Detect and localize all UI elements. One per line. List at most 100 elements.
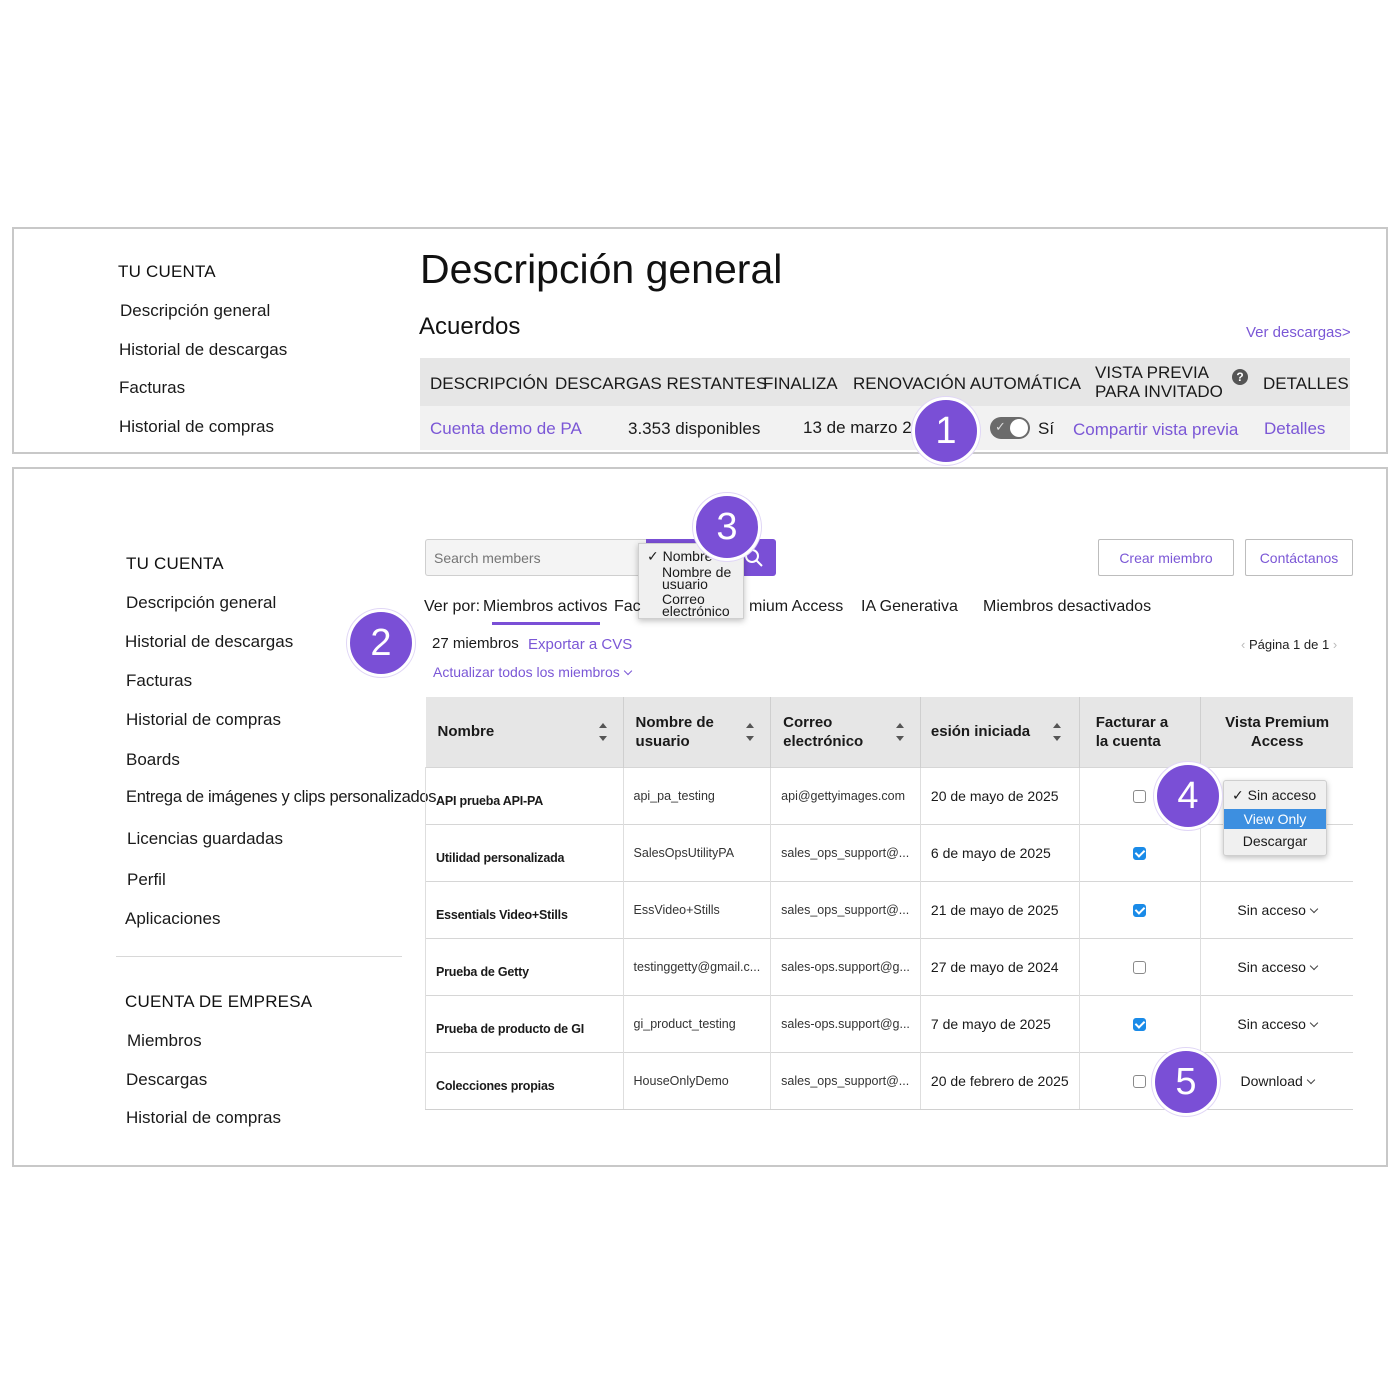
bill-to-account-checkbox[interactable] xyxy=(1133,1075,1147,1089)
contact-us-button[interactable]: Contáctanos xyxy=(1245,539,1353,576)
remaining-value: 3.353 disponibles xyxy=(628,419,761,438)
cell-email: sales-ops.support@g... xyxy=(770,937,921,995)
cell-session: 6 de mayo de 2025 xyxy=(920,823,1080,881)
tab-deactivated-members[interactable]: Miembros desactivados xyxy=(983,598,1151,616)
sidebar-item-company-purchase-history[interactable]: Historial de compras xyxy=(126,1108,281,1128)
cell-username: api_pa_testing xyxy=(623,766,772,824)
col-details: DETALLES xyxy=(1263,374,1349,393)
export-csv-link[interactable]: Exportar a CVS xyxy=(528,636,632,653)
access-option-view-only[interactable]: View Only xyxy=(1224,809,1326,829)
table-row[interactable]: Prueba de producto de GI gi_product_testi… xyxy=(425,994,1353,1052)
col-session[interactable]: esión iniciada xyxy=(920,697,1080,767)
col-email[interactable]: Correo electrónico xyxy=(770,697,921,767)
access-dropdown[interactable]: Sin acceso xyxy=(1237,1016,1319,1032)
callout-badge-3: 3 xyxy=(693,493,761,561)
col-bill-to-account: Facturar a la cuenta xyxy=(1079,697,1202,767)
cell-session: 20 de febrero de 2025 xyxy=(920,1051,1080,1110)
sidebar-item-saved-licenses[interactable]: Licencias guardadas xyxy=(127,829,283,849)
cell-username: SalesOpsUtilityPA xyxy=(623,823,772,881)
col-remaining: DESCARGAS RESTANTES xyxy=(555,374,768,393)
search-input[interactable] xyxy=(425,539,647,576)
sidebar-item-purchase-history[interactable]: Historial de compras xyxy=(119,417,274,437)
col-guest-preview: VISTA PREVIA PARA INVITADO xyxy=(1095,363,1223,401)
cell-session: 21 de mayo de 2025 xyxy=(920,880,1080,938)
sidebar-item-apps[interactable]: Aplicaciones xyxy=(125,909,220,929)
tab-premium-access[interactable]: mium Access xyxy=(749,598,843,616)
sidebar-item-overview[interactable]: Descripción general xyxy=(126,593,276,613)
pagination: ‹ Página 1 de 1 › xyxy=(1241,637,1338,652)
sidebar-item-invoices[interactable]: Facturas xyxy=(119,378,185,398)
col-premium-access: Vista Premium Access xyxy=(1200,697,1353,767)
details-link[interactable]: Detalles xyxy=(1264,419,1325,439)
tab-billing[interactable]: Fac xyxy=(614,598,641,616)
update-all-dropdown[interactable]: Actualizar todos los miembros xyxy=(433,664,632,680)
cell-session: 7 de mayo de 2025 xyxy=(920,994,1080,1052)
members-table: Nombre Nombre de usuario Correo electrónic… xyxy=(425,697,1353,1110)
chevron-left-icon[interactable]: ‹ xyxy=(1241,637,1245,652)
callout-badge-4: 4 xyxy=(1154,762,1222,830)
sidebar-divider xyxy=(116,956,402,957)
sort-icon[interactable] xyxy=(746,723,755,741)
cell-session: 27 de mayo de 2024 xyxy=(920,937,1080,995)
cell-bill-to-account xyxy=(1079,937,1202,995)
cell-name: Prueba de producto de GI xyxy=(425,994,624,1052)
sidebar-item-download-history[interactable]: Historial de descargas xyxy=(119,340,287,360)
col-name[interactable]: Nombre xyxy=(425,697,624,767)
bill-to-account-checkbox[interactable] xyxy=(1133,847,1147,861)
cell-email: api@gettyimages.com xyxy=(770,766,921,824)
filter-option-email[interactable]: Correo electrónico xyxy=(647,592,743,618)
access-dropdown[interactable]: Sin acceso xyxy=(1237,902,1319,918)
filter-option-username[interactable]: Nombre de usuario xyxy=(647,565,743,591)
access-menu[interactable]: ✓ Sin acceso View Only Descargar xyxy=(1223,780,1327,856)
table-header-row: Nombre Nombre de usuario Correo electrónic… xyxy=(425,697,1353,767)
cell-username: gi_product_testing xyxy=(623,994,772,1052)
page-title: Descripción general xyxy=(420,246,783,292)
bill-to-account-checkbox[interactable] xyxy=(1133,904,1147,918)
tab-active-members[interactable]: Miembros activos xyxy=(483,598,607,616)
table-row[interactable]: Utilidad personalizada SalesOpsUtilityPA s… xyxy=(425,823,1353,881)
check-icon: ✓ xyxy=(995,419,1006,434)
share-preview-link[interactable]: Compartir vista previa xyxy=(1073,420,1238,440)
access-dropdown[interactable]: Download xyxy=(1241,1073,1316,1089)
cell-email: sales_ops_support@... xyxy=(770,1051,921,1110)
sidebar-heading: TU CUENTA xyxy=(118,262,216,281)
account-link[interactable]: Cuenta demo de PA xyxy=(430,419,582,439)
cell-bill-to-account xyxy=(1079,823,1202,881)
access-dropdown[interactable]: Sin acceso xyxy=(1237,959,1319,975)
cell-email: sales-ops.support@g... xyxy=(770,994,921,1052)
col-auto-renew: RENOVACIÓN AUTOMÁTICA xyxy=(853,374,1081,393)
sidebar-item-invoices[interactable]: Facturas xyxy=(126,671,192,691)
sidebar-item-members[interactable]: Miembros xyxy=(127,1031,202,1051)
sort-icon[interactable] xyxy=(895,723,904,741)
table-row[interactable]: Essentials Video+Stills EssVideo+Stills sa… xyxy=(425,880,1353,938)
sidebar-item-purchase-history[interactable]: Historial de compras xyxy=(126,710,281,730)
cell-username: testinggetty@gmail.c... xyxy=(623,937,772,995)
cell-premium-access: Download xyxy=(1200,1051,1353,1110)
chevron-right-icon[interactable]: › xyxy=(1333,637,1337,652)
bill-to-account-checkbox[interactable] xyxy=(1133,790,1147,804)
view-downloads-link[interactable]: Ver descargas> xyxy=(1246,324,1351,341)
bill-to-account-checkbox[interactable] xyxy=(1133,1018,1147,1032)
col-description: DESCRIPCIÓN xyxy=(430,374,549,393)
help-icon[interactable]: ? xyxy=(1232,369,1248,385)
sidebar-item-boards[interactable]: Boards xyxy=(126,750,180,770)
col-username[interactable]: Nombre de usuario xyxy=(623,697,772,767)
access-option-download[interactable]: Descargar xyxy=(1224,829,1326,851)
create-member-button[interactable]: Crear miembro xyxy=(1098,539,1234,576)
sidebar-item-download-history[interactable]: Historial de descargas xyxy=(125,632,293,652)
callout-badge-1: 1 xyxy=(912,397,980,465)
sort-icon[interactable] xyxy=(1052,723,1061,741)
member-count: 27 miembros xyxy=(432,635,519,652)
bill-to-account-checkbox[interactable] xyxy=(1133,961,1147,975)
tab-generative-ai[interactable]: IA Generativa xyxy=(861,598,958,616)
sidebar-item-custom-delivery[interactable]: Entrega de imágenes y clips personalizad… xyxy=(126,788,437,807)
cell-name: Prueba de Getty xyxy=(425,937,624,995)
table-row[interactable]: Prueba de Getty testinggetty@gmail.c... sa… xyxy=(425,937,1353,995)
sort-icon[interactable] xyxy=(598,723,607,741)
cell-name: Colecciones propias xyxy=(425,1051,624,1110)
access-option-none[interactable]: ✓ Sin acceso xyxy=(1224,787,1326,809)
sidebar-item-profile[interactable]: Perfil xyxy=(127,870,166,890)
sidebar-item-downloads[interactable]: Descargas xyxy=(126,1070,207,1090)
sidebar-item-overview[interactable]: Descripción general xyxy=(120,301,270,321)
auto-renew-toggle[interactable]: ✓ xyxy=(990,417,1030,439)
